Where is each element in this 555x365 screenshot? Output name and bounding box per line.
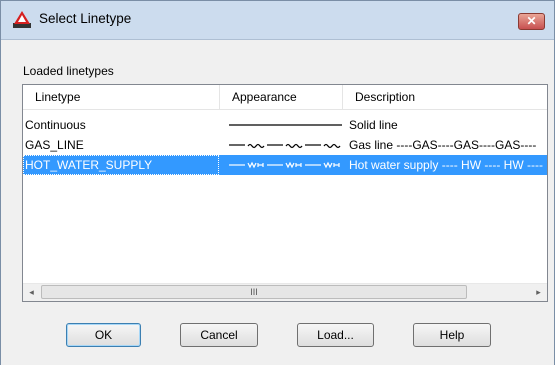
scrollbar-thumb[interactable]: III <box>41 285 467 299</box>
title-bar[interactable]: Select Linetype ✕ <box>1 1 554 40</box>
thumb-grip-icon: III <box>250 287 258 297</box>
select-linetype-dialog: Select Linetype ✕ Loaded linetypes Linet… <box>0 0 555 365</box>
column-header-appearance[interactable]: Appearance <box>220 85 343 109</box>
linetype-description: Solid line <box>349 118 398 132</box>
scroll-right-arrow-icon[interactable]: ▸ <box>530 284 547 301</box>
ok-button[interactable]: OK <box>66 323 141 347</box>
cancel-button[interactable]: Cancel <box>180 323 258 347</box>
loaded-linetypes-label: Loaded linetypes <box>23 64 114 78</box>
linetype-description: Gas line ----GAS----GAS----GAS---- <box>349 138 537 152</box>
close-button[interactable]: ✕ <box>518 13 545 30</box>
autocad-logo-icon <box>13 11 31 28</box>
close-icon: ✕ <box>526 14 537 28</box>
list-row-continuous[interactable]: Continuous Solid line <box>23 115 547 135</box>
help-button[interactable]: Help <box>413 323 491 347</box>
dialog-body: Loaded linetypes Linetype Appearance Des… <box>1 40 554 365</box>
list-header: Linetype Appearance Description <box>23 85 547 110</box>
linetype-name: HOT_WATER_SUPPLY <box>25 158 153 172</box>
list-row-hot-water-supply[interactable]: HOT_WATER_SUPPLY Hot water supply ---- H… <box>23 155 547 175</box>
linetype-appearance-solid <box>229 124 342 126</box>
load-button[interactable]: Load... <box>297 323 374 347</box>
linetype-name: Continuous <box>25 118 86 132</box>
linetype-name: GAS_LINE <box>25 138 84 152</box>
scroll-left-arrow-icon[interactable]: ◂ <box>23 284 40 301</box>
linetype-appearance-gas <box>229 143 341 149</box>
linetype-list[interactable]: Linetype Appearance Description Continuo… <box>22 84 548 302</box>
linetype-appearance-hot-water <box>229 161 340 169</box>
linetype-description: Hot water supply ---- HW ---- HW ---- <box>349 158 543 172</box>
column-header-linetype[interactable]: Linetype <box>23 85 220 109</box>
column-header-description[interactable]: Description <box>343 85 547 109</box>
dialog-title: Select Linetype <box>39 11 132 26</box>
horizontal-scrollbar[interactable]: ◂ III ▸ <box>23 283 547 301</box>
list-row-gas-line[interactable]: GAS_LINE Gas line ----GAS----GAS----GAS-… <box>23 135 547 155</box>
